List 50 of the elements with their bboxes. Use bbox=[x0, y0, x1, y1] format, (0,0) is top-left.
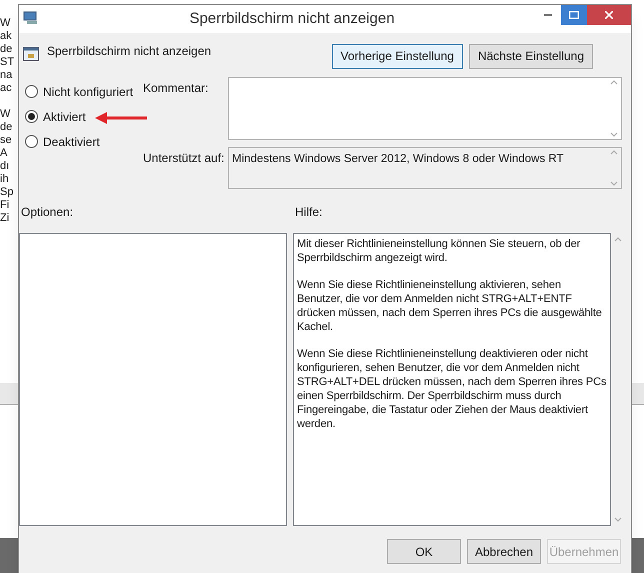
background-text: ac bbox=[0, 82, 13, 95]
nav-button[interactable]: Vorherige Einstellung bbox=[332, 44, 463, 68]
help-paragraph: Mit dieser Richtlinieneinstellung können Sie steuern, ob der Sperrbildschirm angezeigt wird. bbox=[297, 237, 582, 265]
scroll-up-icon bbox=[614, 237, 622, 242]
scroll-down-icon bbox=[610, 181, 618, 186]
comment-label: Kommentar: bbox=[143, 80, 210, 97]
background-text: ih bbox=[0, 173, 10, 186]
background-text: dı bbox=[0, 160, 10, 173]
background-text: na bbox=[0, 69, 14, 82]
background-text: de bbox=[0, 43, 14, 56]
pointer-arrow bbox=[95, 112, 147, 124]
scroll-up-icon bbox=[610, 80, 618, 85]
close-button[interactable] bbox=[587, 5, 631, 25]
background-text: Sp bbox=[0, 186, 14, 199]
policy-icon bbox=[23, 47, 39, 61]
background-text: Zi bbox=[0, 212, 10, 225]
policy-title: Sperrbildschirm nicht anzeigen bbox=[47, 43, 212, 60]
help-paragraph: Wenn Sie diese Richtlinieneinstellung aktivieren, sehen Benutzer, die vor dem Anmelden nicht STRG+ALT+ENTF drücken müssen, nach dem Sperren ihres PCs die ausgewählte Kachel. bbox=[297, 278, 603, 334]
nav-button[interactable]: Nächste Einstellung bbox=[468, 44, 593, 68]
background-text: ST bbox=[0, 56, 14, 69]
background-text: se bbox=[0, 134, 13, 147]
radio-option[interactable]: Nicht konfiguriert bbox=[25, 83, 134, 100]
help-label: Hilfe: bbox=[295, 204, 322, 221]
supported-label: Unterstützt auf: bbox=[143, 150, 226, 167]
window-title: Sperrbildschirm nicht anzeigen bbox=[189, 8, 395, 29]
help-paragraph: Wenn Sie diese Richtlinieneinstellung deaktivieren oder nicht konfigurieren, sehen Benutzer, die vor dem Anmelden nicht STRG+ALT+DEL drücken müssen, nach dem Sperren ihres PCs einen Sperrbildschirm. Der Sperrbildschirm muss durch Fingereingabe, die Tastatur oder Ziehen der Maus deaktiviert werden. bbox=[297, 347, 607, 431]
computer-icon bbox=[23, 11, 39, 25]
minimize-icon bbox=[544, 14, 552, 16]
background-text: de bbox=[0, 121, 14, 134]
background-text: A bbox=[0, 147, 8, 160]
dialog-button[interactable]: Abbrechen bbox=[467, 539, 541, 564]
options-label: Optionen: bbox=[20, 204, 74, 221]
close-icon bbox=[605, 11, 613, 19]
maximize-icon bbox=[569, 11, 579, 19]
radio-button[interactable] bbox=[25, 135, 38, 148]
supported-text: Mindestens Windows Server 2012, Windows 8 oder Windows RT bbox=[231, 152, 565, 167]
scroll-down-icon bbox=[610, 132, 618, 137]
radio-button[interactable] bbox=[25, 85, 38, 98]
background-text: W bbox=[0, 17, 12, 30]
scroll-down-icon bbox=[614, 517, 622, 522]
dialog-button[interactable]: OK bbox=[387, 539, 461, 564]
background-text: ak bbox=[0, 30, 13, 43]
maximize-button[interactable] bbox=[561, 5, 587, 25]
radio-button[interactable] bbox=[25, 110, 38, 123]
radio-option[interactable]: Aktiviert bbox=[25, 108, 86, 125]
background-text: W bbox=[0, 108, 12, 121]
radio-option[interactable]: Deaktiviert bbox=[25, 133, 100, 150]
background-text: Fi bbox=[0, 199, 10, 212]
comment-field[interactable] bbox=[228, 77, 622, 140]
scroll-up-icon bbox=[610, 150, 618, 155]
